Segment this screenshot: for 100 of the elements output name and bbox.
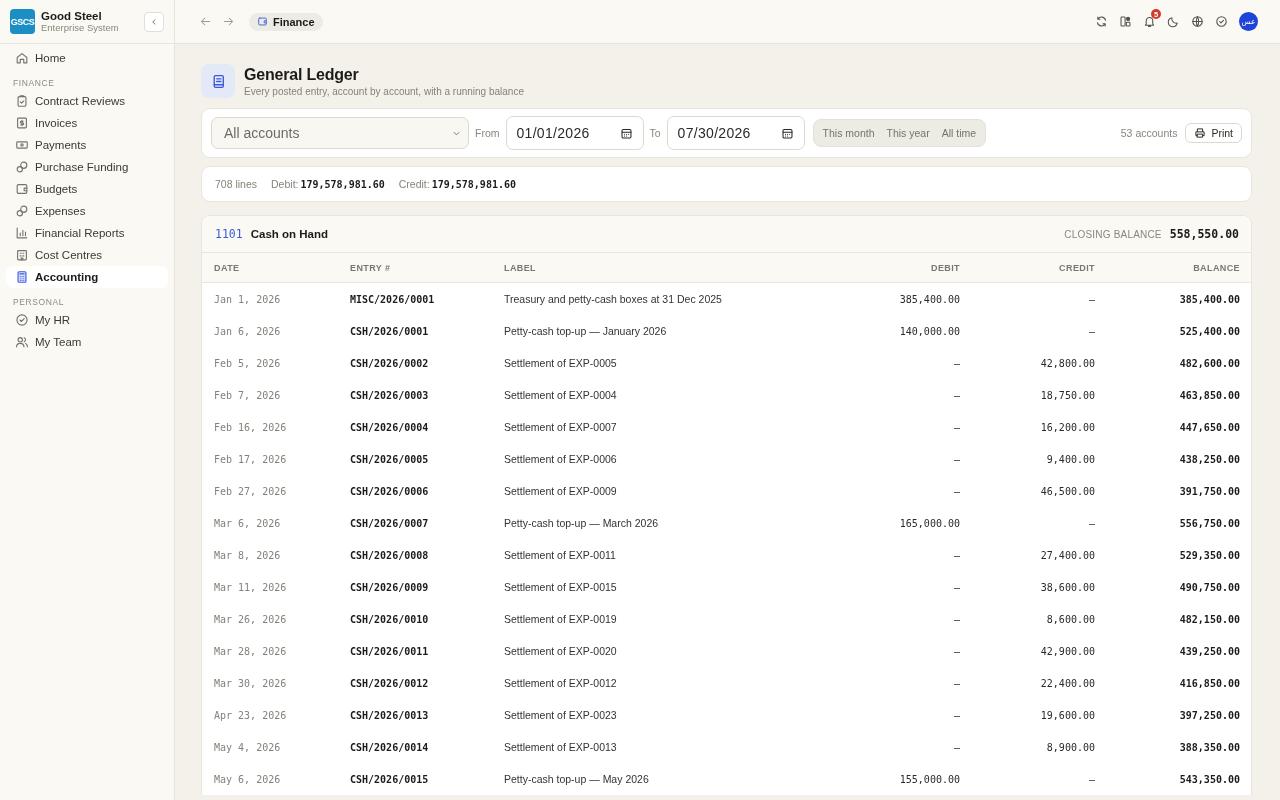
- banknote-icon: [15, 138, 29, 152]
- table-cell-text: 397,250.00: [1178, 709, 1240, 721]
- table-cell-text: Jan 1, 2026: [214, 293, 282, 305]
- table-cell-text: Feb 5, 2026: [214, 357, 282, 369]
- table-cell-text: 388,350.00: [1178, 741, 1240, 753]
- brand-name: Good Steel: [41, 10, 103, 22]
- table-cell-text: Settlement of EXP-0012: [504, 677, 618, 689]
- sidebar-item[interactable]: My Team: [6, 331, 168, 353]
- table-cell-text: Mar 28, 2026: [214, 645, 288, 657]
- table-cell-text: 525,400.00: [1178, 325, 1240, 337]
- preset-tab[interactable]: This year: [881, 123, 935, 143]
- table-cell-text: —: [952, 613, 960, 625]
- sidebar-item[interactable]: Contract Reviews: [6, 90, 168, 112]
- table-cell-text: —: [1087, 517, 1095, 529]
- table-cell-text: Settlement of EXP-0019: [504, 613, 618, 625]
- breadcrumb[interactable]: Finance: [249, 12, 323, 31]
- section-heading: PERSONAL: [12, 296, 66, 309]
- column-header: CREDIT: [1058, 262, 1095, 273]
- table-cell-text: 19,600.00: [1039, 709, 1095, 721]
- account-select[interactable]: All accounts: [211, 117, 469, 149]
- calendar-icon: [619, 126, 633, 140]
- sidebar-item[interactable]: Invoices: [6, 112, 168, 134]
- table-cell-text: 46,500.00: [1039, 485, 1095, 497]
- table-cell-text: 543,350.00: [1178, 773, 1240, 785]
- table-cell-text: 447,650.00: [1178, 421, 1240, 433]
- check-circle-button[interactable]: [1215, 15, 1228, 28]
- table-cell-text: Petty-cash top-up — January 2026: [504, 325, 668, 337]
- table-cell-text: —: [952, 741, 960, 753]
- wallet-icon: [15, 182, 29, 196]
- account-name: Cash on Hand: [250, 228, 328, 240]
- table-cell-text: Feb 17, 2026: [214, 453, 288, 465]
- apps-icon: [1119, 15, 1132, 28]
- coins-icon: [15, 160, 29, 174]
- wallet-icon: [257, 16, 268, 27]
- table-cell-text: Mar 6, 2026: [214, 517, 282, 529]
- table-cell-text: Mar 26, 2026: [214, 613, 288, 625]
- arrow-right-icon: [222, 15, 235, 28]
- printer-icon: [1194, 127, 1207, 139]
- bar-chart-icon: [15, 226, 29, 240]
- debit-label: Debit:: [271, 178, 299, 190]
- table-cell-text: 529,350.00: [1178, 549, 1240, 561]
- globe-button[interactable]: [1191, 15, 1204, 28]
- moon-button[interactable]: [1167, 15, 1180, 28]
- table-cell-text: 438,250.00: [1178, 453, 1240, 465]
- sidebar-item[interactable]: Financial Reports: [6, 222, 168, 244]
- table-cell-text: CSH/2026/0007: [350, 517, 430, 529]
- globe-icon: [1191, 15, 1204, 28]
- table-cell-text: —: [952, 677, 960, 689]
- account-code: 1101: [215, 227, 243, 241]
- table-cell-text: 42,900.00: [1039, 645, 1095, 657]
- table-cell-text: Feb 7, 2026: [214, 389, 282, 401]
- account-count: 53 accounts: [1120, 127, 1178, 139]
- table-cell-text: 8,900.00: [1045, 741, 1095, 753]
- column-header: BALANCE: [1192, 262, 1240, 273]
- print-button[interactable]: Print: [1185, 123, 1242, 143]
- column-header: LABEL: [504, 262, 537, 273]
- coins-icon: [15, 204, 29, 218]
- sidebar-item[interactable]: Payments: [6, 134, 168, 156]
- sidebar-item[interactable]: My HR: [6, 309, 168, 331]
- sidebar-item[interactable]: Accounting: [6, 266, 168, 288]
- table-cell-text: Settlement of EXP-0006: [504, 453, 618, 465]
- sidebar-item[interactable]: Expenses: [6, 200, 168, 222]
- table-cell-text: 439,250.00: [1178, 645, 1240, 657]
- calculator-icon: [15, 270, 29, 284]
- sidebar-item[interactable]: Budgets: [6, 178, 168, 200]
- forward-button[interactable]: [222, 15, 235, 28]
- table-cell-text: Settlement of EXP-0023: [504, 709, 618, 721]
- table-cell-text: —: [1087, 325, 1095, 337]
- table-cell-text: 140,000.00: [898, 325, 960, 337]
- notifications-icon: [1143, 15, 1156, 28]
- table-cell-text: Settlement of EXP-0015: [504, 581, 618, 593]
- table-cell-text: Feb 16, 2026: [214, 421, 288, 433]
- notifications-button[interactable]: [1143, 15, 1156, 28]
- to-label: To: [649, 127, 661, 139]
- table-cell-text: CSH/2026/0002: [350, 357, 430, 369]
- logo: GSCS: [10, 9, 35, 34]
- apps-button[interactable]: [1119, 15, 1132, 28]
- page-subtitle: Every posted entry, account by account, with a running balance: [244, 85, 524, 97]
- date-field[interactable]: 01/01/2026: [505, 116, 644, 150]
- preset-tab[interactable]: This month: [817, 123, 880, 143]
- back-button[interactable]: [199, 15, 212, 28]
- table-cell-text: CSH/2026/0011: [350, 645, 430, 657]
- sidebar-item[interactable]: Home: [6, 47, 168, 69]
- table-cell-text: Settlement of EXP-0013: [504, 741, 618, 753]
- column-header: DEBIT: [930, 262, 960, 273]
- table-cell-text: CSH/2026/0003: [350, 389, 430, 401]
- table-cell-text: —: [1087, 773, 1095, 785]
- table-cell-text: 482,150.00: [1178, 613, 1240, 625]
- table-cell-text: —: [952, 453, 960, 465]
- sidebar-item[interactable]: Purchase Funding: [6, 156, 168, 178]
- refresh-button[interactable]: [1095, 15, 1108, 28]
- preset-tab[interactable]: All time: [936, 123, 982, 143]
- table-cell-text: 490,750.00: [1178, 581, 1240, 593]
- table-cell-text: Mar 30, 2026: [214, 677, 288, 689]
- sidebar-item[interactable]: Cost Centres: [6, 244, 168, 266]
- date-field[interactable]: 07/30/2026: [666, 116, 805, 150]
- table-cell-text: —: [952, 645, 960, 657]
- credit-label: Credit:: [398, 178, 430, 190]
- table-cell-text: 463,850.00: [1178, 389, 1240, 401]
- table-cell-text: CSH/2026/0009: [350, 581, 430, 593]
